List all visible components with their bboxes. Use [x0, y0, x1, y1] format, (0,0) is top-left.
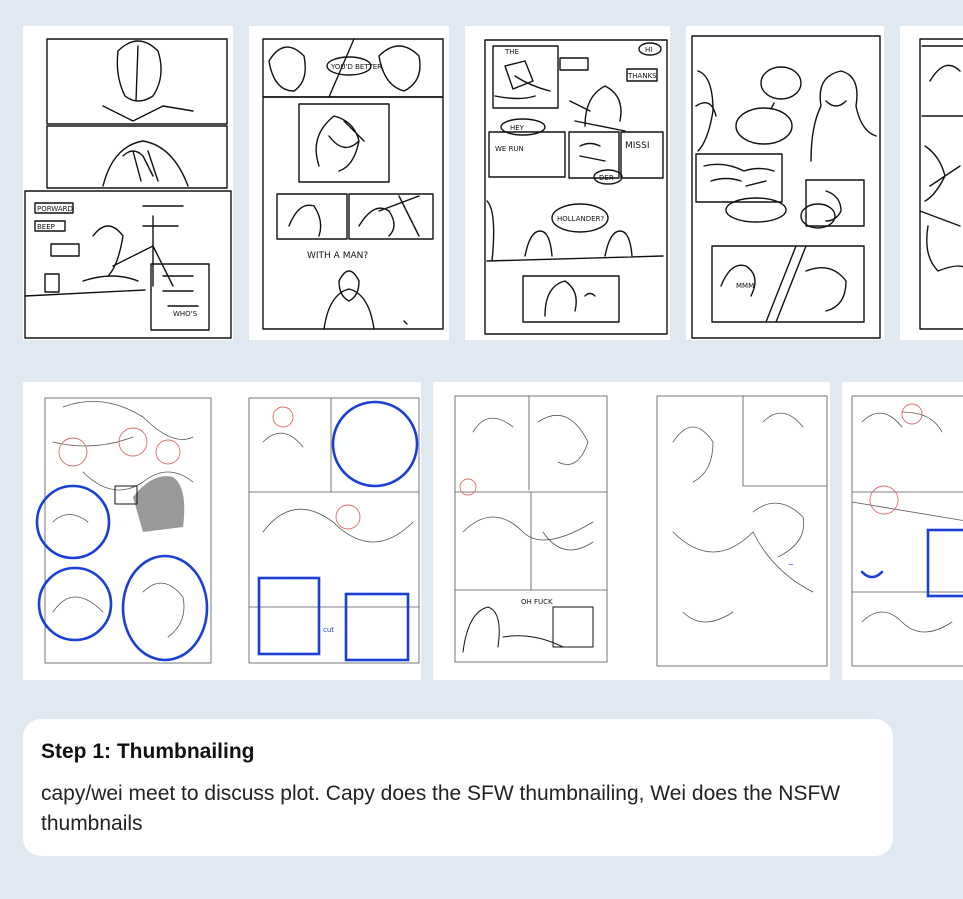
- caption-with-a-man: WITH A MAN?: [307, 251, 368, 261]
- sketch-drawing: PORWARD BEEP WHO'S: [24, 38, 232, 339]
- step-description: capy/wei meet to discuss plot. Capy does…: [41, 782, 841, 835]
- caption-missi: MISSI: [625, 141, 650, 151]
- nsfw-thumbnail-spread-1[interactable]: cut: [23, 382, 421, 680]
- caption-hi: HI: [645, 46, 652, 54]
- caption-youd-better: YOU'D BETTER: [330, 63, 382, 71]
- caption-beep: BEEP: [37, 223, 55, 231]
- sketch-drawing: [919, 38, 963, 330]
- caption-whos: WHO'S: [173, 310, 198, 318]
- caption-oh-fuck: OH FUCK: [521, 598, 553, 606]
- caption-porward: PORWARD: [37, 205, 73, 213]
- annotation-blue-note: ~: [788, 561, 794, 569]
- caption-we-run: WE RUN: [495, 145, 524, 153]
- nsfw-thumbnail-spread-2[interactable]: OH FUCK ~: [433, 382, 830, 680]
- annotation-blue-note: cut: [323, 626, 334, 634]
- caption-hey: HEY: [510, 124, 525, 132]
- sfw-thumbnail-page-5[interactable]: [900, 26, 963, 340]
- sfw-thumbnail-page-1[interactable]: PORWARD BEEP WHO'S: [23, 26, 233, 340]
- caption-der: DER: [599, 174, 614, 182]
- sfw-thumbnail-page-2[interactable]: YOU'D BETTER WITH A MAN?: [249, 26, 449, 340]
- sketch-drawing: MMM: [691, 35, 881, 339]
- caption-hollander: HOLLANDER?: [557, 215, 604, 223]
- sketch-drawing: [851, 395, 963, 667]
- sketch-drawing: THE HI THANKS HEY WE RUN MISSI DER HOLLA…: [484, 39, 668, 335]
- caption-the: THE: [504, 48, 519, 56]
- sketch-drawing: OH FUCK ~: [454, 395, 828, 667]
- caption-mmm: MMM: [736, 282, 754, 290]
- sketch-drawing: cut: [35, 397, 420, 664]
- step-card: Step 1: Thumbnailing capy/wei meet to di…: [23, 719, 893, 856]
- caption-thanks: THANKS: [627, 72, 657, 80]
- step-title: Step 1: Thumbnailing: [41, 740, 255, 763]
- nsfw-thumbnail-spread-3[interactable]: [842, 382, 963, 680]
- sfw-thumbnail-page-4[interactable]: MMM: [686, 26, 884, 340]
- sfw-thumbnail-page-3[interactable]: THE HI THANKS HEY WE RUN MISSI DER HOLLA…: [465, 26, 670, 340]
- sketch-drawing: YOU'D BETTER WITH A MAN?: [262, 38, 444, 330]
